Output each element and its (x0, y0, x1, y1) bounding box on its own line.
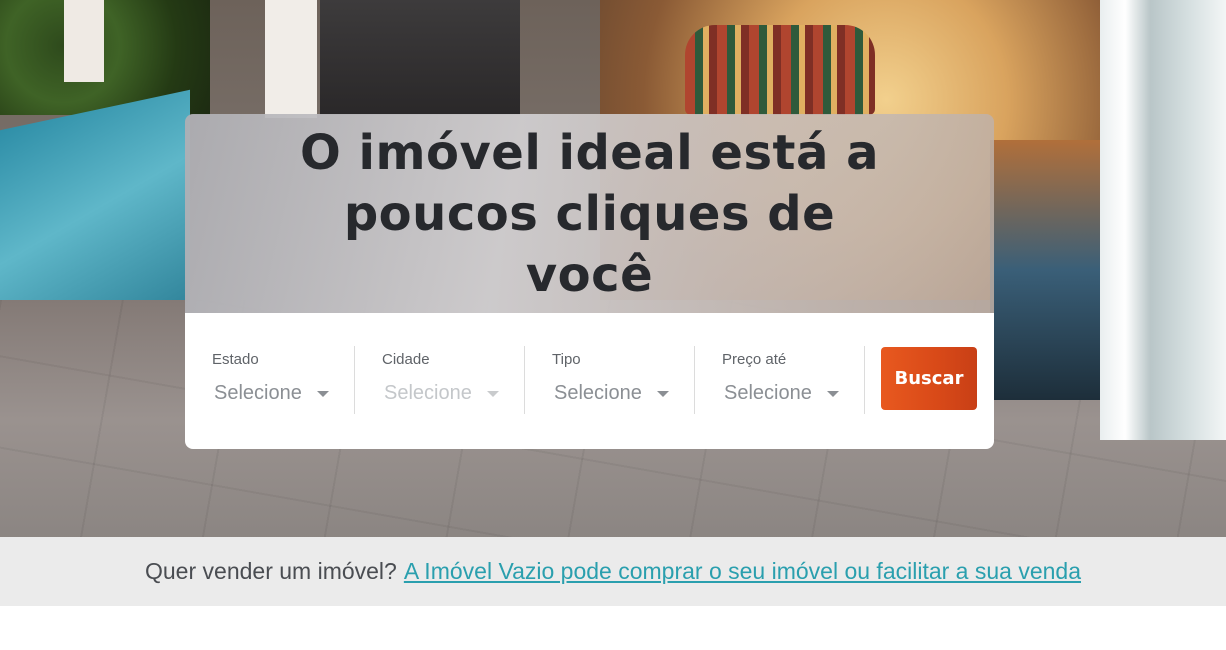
page-title: O imóvel ideal está a poucos cliques de … (300, 124, 879, 303)
cidade-value: Selecione (384, 382, 472, 404)
tipo-value: Selecione (554, 382, 642, 404)
cidade-select[interactable]: Cidade Selecione (355, 346, 525, 414)
headline-panel: O imóvel ideal está a poucos cliques de … (185, 114, 994, 314)
hero-photo-column (265, 0, 317, 118)
chevron-down-icon (317, 391, 329, 397)
hero-photo-armchair (685, 25, 875, 115)
preco-ate-value: Selecione (724, 382, 812, 404)
hero-photo-balcony (990, 140, 1100, 400)
hero-photo-chairs (320, 0, 520, 115)
chevron-down-icon (827, 391, 839, 397)
chevron-down-icon (487, 391, 499, 397)
estado-label: Estado (212, 351, 259, 368)
preco-ate-select[interactable]: Preço até Selecione (695, 346, 865, 414)
sell-property-banner: Quer vender um imóvel? A Imóvel Vazio pod… (0, 537, 1226, 606)
hero-photo-column (64, 0, 104, 82)
estado-select[interactable]: Estado Selecione (185, 346, 355, 414)
sell-property-link[interactable]: A Imóvel Vazio pode comprar o seu imóvel… (404, 558, 1081, 584)
preco-ate-label: Preço até (722, 351, 787, 368)
field-divider (864, 346, 865, 414)
estado-value: Selecione (214, 382, 302, 404)
tipo-label: Tipo (552, 351, 581, 368)
sell-banner-text: Quer vender um imóvel? A Imóvel Vazio pod… (145, 558, 1081, 585)
tipo-select[interactable]: Tipo Selecione (525, 346, 695, 414)
hero-photo-door (1100, 0, 1226, 440)
property-search-bar: Estado Selecione Cidade Selecione Tipo S… (185, 313, 994, 449)
chevron-down-icon (657, 391, 669, 397)
search-button[interactable]: Buscar (881, 347, 977, 410)
sell-question: Quer vender um imóvel? (145, 558, 397, 584)
cidade-label: Cidade (382, 351, 430, 368)
